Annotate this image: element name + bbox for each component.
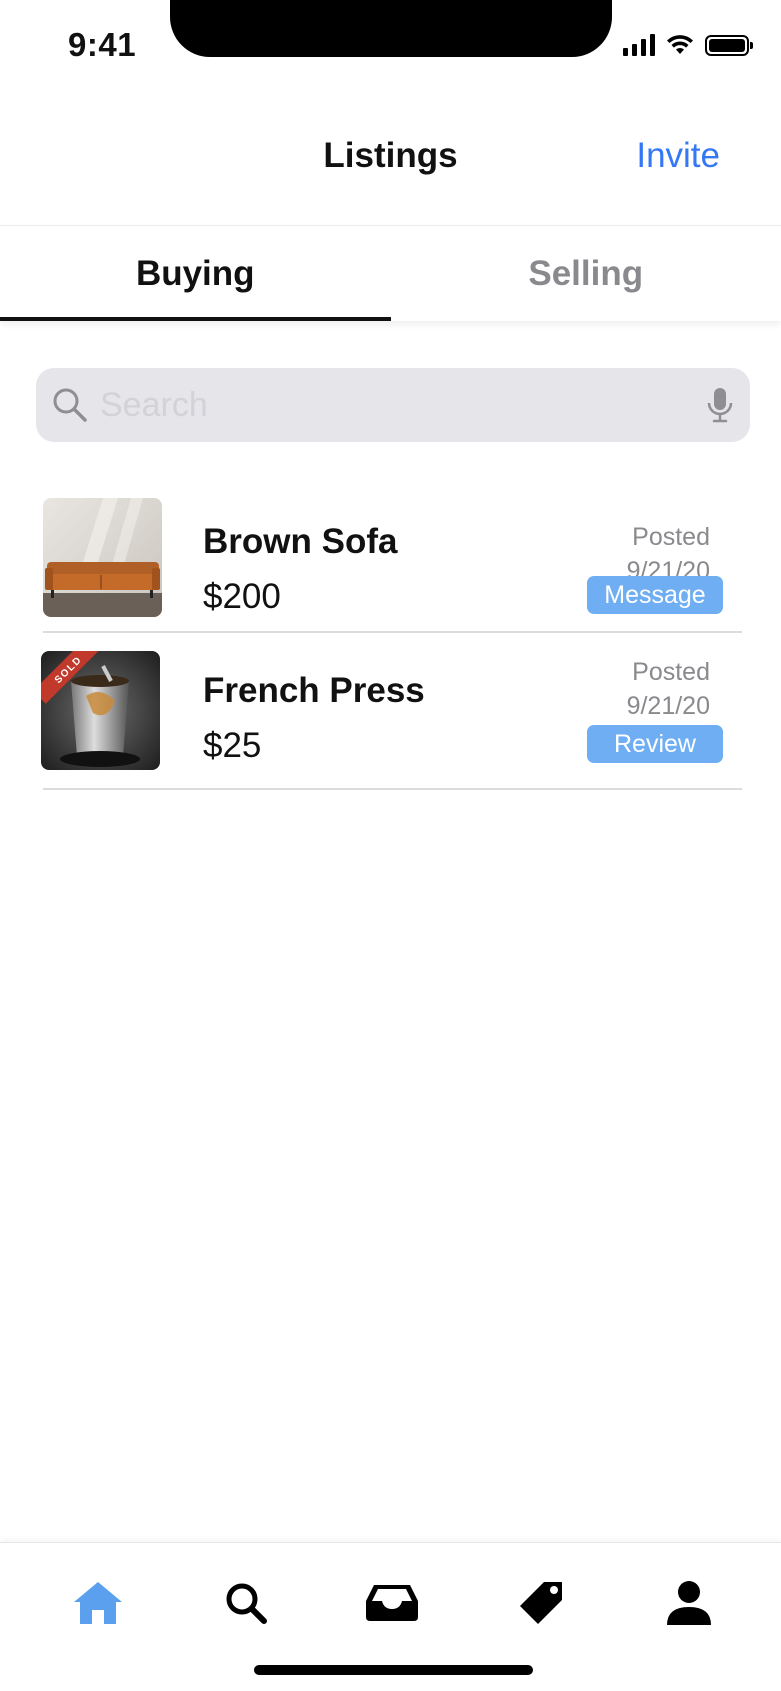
tab-inbox[interactable] (362, 1573, 422, 1633)
tab-bar-segments: Buying Selling (0, 225, 781, 321)
message-button[interactable]: Message (587, 576, 723, 614)
listing-item[interactable]: SOLD French Press $25 Posted 9/21/20 Rev… (41, 633, 742, 790)
posted-label: Posted (632, 523, 710, 551)
signal-icon (623, 34, 655, 56)
search-bar[interactable] (36, 368, 750, 442)
search-icon (226, 1583, 267, 1624)
home-icon (74, 1582, 122, 1624)
tab-home[interactable] (68, 1573, 128, 1633)
search-input[interactable] (98, 384, 706, 426)
posted-info: Posted 9/21/20 (627, 655, 710, 723)
tab-search[interactable] (216, 1573, 276, 1633)
listing-price: $25 (203, 726, 262, 765)
posted-date: 9/21/20 (626, 692, 710, 720)
tab-profile[interactable] (659, 1573, 719, 1633)
active-tab-indicator (0, 317, 391, 321)
listing-price: $200 (203, 577, 281, 616)
french-press-thumbnail: SOLD (41, 651, 160, 770)
tag-icon (520, 1582, 562, 1624)
review-button[interactable]: Review (587, 725, 723, 763)
status-time: 9:41 (68, 26, 137, 63)
sofa-thumbnail (43, 498, 162, 617)
posted-label: Posted (632, 658, 710, 686)
invite-button[interactable]: Invite (636, 136, 720, 176)
search-icon (53, 388, 87, 422)
tab-selling-label: Selling (528, 253, 644, 293)
listing-title: French Press (203, 671, 425, 710)
profile-icon (667, 1581, 711, 1625)
tab-buying[interactable]: Buying (0, 226, 391, 321)
tab-selling[interactable] (511, 1573, 571, 1633)
wifi-icon (667, 35, 693, 54)
listing-title: Brown Sofa (203, 522, 398, 561)
tab-buying-label: Buying (135, 253, 255, 293)
home-indicator[interactable] (254, 1665, 533, 1675)
notch (170, 0, 612, 57)
bottom-tab-bar (0, 1542, 781, 1691)
microphone-icon[interactable] (706, 386, 734, 424)
inbox-icon (366, 1585, 418, 1621)
listing-item[interactable]: Brown Sofa $200 Posted 9/21/20 Message (43, 490, 742, 633)
tab-selling[interactable]: Selling (391, 226, 781, 321)
status-icons (623, 34, 753, 56)
battery-icon (705, 34, 753, 56)
